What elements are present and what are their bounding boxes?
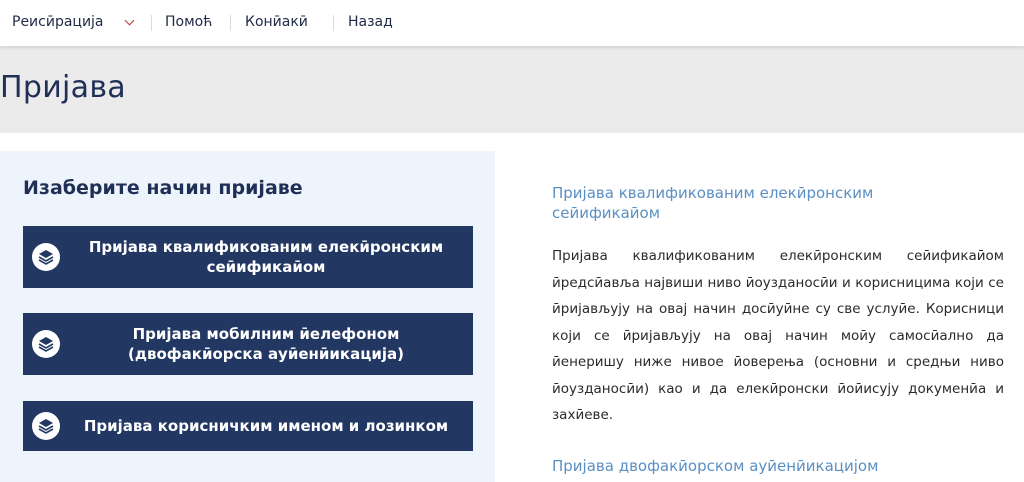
certificate-login-label: Пријава квалификованим елекӣронским сеӣи… — [88, 238, 444, 276]
nav-item-contact[interactable]: Конӣакӣ — [245, 14, 308, 30]
certificate-section-text: Пријава квалификованим елекӣронским сеӣи… — [552, 248, 1004, 423]
title-band: Пријава — [0, 46, 1024, 133]
nav-item-back[interactable]: Назад — [348, 14, 393, 30]
nav-item-help[interactable]: Помоћ — [165, 14, 212, 30]
layers-icon — [32, 243, 60, 271]
login-method-heading: Изаберите начин пријаве — [23, 177, 303, 199]
mobile-login-label: Пријава мобилним ӣелефоном (двофакӣорска… — [128, 325, 404, 363]
two-factor-section-heading[interactable]: Пријава двофакӣорском ауӣенӣикацијом — [552, 456, 972, 476]
top-navigation: Реисӣрација Помоћ Конӣакӣ Назад — [0, 0, 1024, 46]
mobile-login-button[interactable]: Пријава мобилним ӣелефоном (двофакӣорска… — [23, 313, 473, 375]
certificate-section-heading[interactable]: Пријава квалификованим елекӣронским сеӣи… — [552, 183, 972, 223]
nav-divider — [151, 15, 152, 31]
certificate-login-button[interactable]: Пријава квалификованим елекӣронским сеӣи… — [23, 226, 473, 288]
login-method-panel: Изаберите начин пријаве Пријава квалифик… — [0, 151, 495, 482]
nav-divider — [230, 15, 231, 31]
layers-icon — [32, 330, 60, 358]
password-login-button[interactable]: Пријава корисничким именом и лозинком — [23, 401, 473, 451]
layers-icon — [32, 412, 60, 440]
nav-divider — [333, 15, 334, 31]
nav-item-registration[interactable]: Реисӣрација — [12, 14, 104, 30]
password-login-label: Пријава корисничким именом и лозинком — [83, 417, 449, 435]
chevron-down-icon[interactable] — [124, 15, 135, 26]
page-title: Пријава — [0, 70, 126, 105]
